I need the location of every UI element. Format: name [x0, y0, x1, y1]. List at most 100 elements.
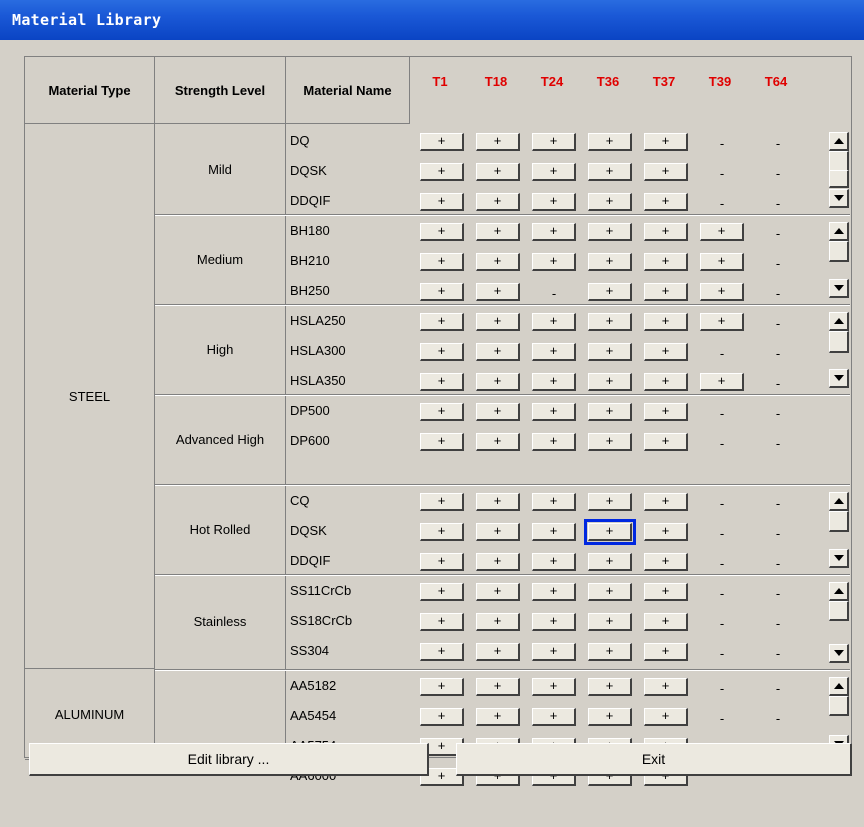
scroll-up-button[interactable] [829, 492, 849, 511]
add-material-button[interactable]: + [532, 433, 576, 451]
add-material-button[interactable]: + [532, 223, 576, 241]
scroll-up-button[interactable] [829, 132, 849, 151]
add-material-button[interactable]: + [476, 613, 520, 631]
add-material-button[interactable]: + [476, 133, 520, 151]
add-material-button[interactable]: + [420, 678, 464, 696]
add-material-button[interactable]: + [420, 133, 464, 151]
add-material-button[interactable]: + [420, 193, 464, 211]
add-material-button[interactable]: + [588, 133, 632, 151]
add-material-button[interactable]: + [420, 583, 464, 601]
add-material-button[interactable]: + [532, 253, 576, 271]
scroll-thumb[interactable] [829, 151, 849, 172]
add-material-button[interactable]: + [700, 313, 744, 331]
add-material-button[interactable]: + [476, 373, 520, 391]
scroll-up-button[interactable] [829, 677, 849, 696]
scroll-down-button[interactable] [829, 369, 849, 388]
group-scrollbar[interactable] [829, 222, 849, 298]
add-material-button[interactable]: + [532, 163, 576, 181]
add-material-button[interactable]: + [420, 373, 464, 391]
add-material-button[interactable]: + [476, 523, 520, 541]
add-material-button[interactable]: + [588, 403, 632, 421]
exit-button[interactable]: Exit [456, 743, 852, 776]
add-material-button[interactable]: + [476, 343, 520, 361]
add-material-button[interactable]: + [588, 253, 632, 271]
add-material-button[interactable]: + [420, 708, 464, 726]
add-material-button[interactable]: + [588, 583, 632, 601]
scroll-down-button[interactable] [829, 189, 849, 208]
add-material-button[interactable]: + [588, 613, 632, 631]
add-material-button[interactable]: + [476, 193, 520, 211]
add-material-button[interactable]: + [584, 519, 636, 545]
add-material-button[interactable]: + [420, 403, 464, 421]
group-scrollbar[interactable] [829, 312, 849, 388]
add-material-button[interactable]: + [588, 433, 632, 451]
add-material-button[interactable]: + [644, 223, 688, 241]
add-material-button[interactable]: + [588, 163, 632, 181]
add-material-button[interactable]: + [420, 343, 464, 361]
add-material-button[interactable]: + [476, 708, 520, 726]
add-material-button[interactable]: + [588, 678, 632, 696]
add-material-button[interactable]: + [644, 253, 688, 271]
add-material-button[interactable]: + [532, 613, 576, 631]
add-material-button[interactable]: + [532, 678, 576, 696]
add-material-button[interactable]: + [420, 643, 464, 661]
add-material-button[interactable]: + [644, 643, 688, 661]
group-scrollbar[interactable] [829, 132, 849, 208]
add-material-button[interactable]: + [476, 403, 520, 421]
group-scrollbar[interactable] [829, 582, 849, 663]
add-material-button[interactable]: + [588, 193, 632, 211]
add-material-button[interactable]: + [588, 373, 632, 391]
add-material-button[interactable]: + [476, 493, 520, 511]
add-material-button[interactable]: + [476, 283, 520, 301]
add-material-button[interactable]: + [420, 283, 464, 301]
add-material-button[interactable]: + [644, 583, 688, 601]
scroll-thumb[interactable] [829, 511, 849, 532]
add-material-button[interactable]: + [644, 493, 688, 511]
add-material-button[interactable]: + [476, 163, 520, 181]
add-material-button[interactable]: + [420, 553, 464, 571]
add-material-button[interactable]: + [420, 523, 464, 541]
add-material-button[interactable]: + [644, 313, 688, 331]
add-material-button[interactable]: + [700, 373, 744, 391]
add-material-button[interactable]: + [644, 613, 688, 631]
add-material-button[interactable]: + [588, 643, 632, 661]
add-material-button[interactable]: + [644, 708, 688, 726]
add-material-button[interactable]: + [588, 223, 632, 241]
add-material-button[interactable]: + [532, 708, 576, 726]
edit-library-button[interactable]: Edit library ... [29, 743, 429, 776]
add-material-button[interactable]: + [532, 583, 576, 601]
add-material-button[interactable]: + [644, 523, 688, 541]
scroll-down-button[interactable] [829, 644, 849, 663]
add-material-button[interactable]: + [476, 583, 520, 601]
scroll-down-button[interactable] [829, 279, 849, 298]
add-material-button[interactable]: + [532, 373, 576, 391]
add-material-button[interactable]: + [700, 253, 744, 271]
add-material-button[interactable]: + [588, 343, 632, 361]
scroll-thumb[interactable] [829, 241, 849, 262]
add-material-button[interactable]: + [644, 403, 688, 421]
group-scrollbar[interactable] [829, 492, 849, 568]
add-material-button[interactable]: + [420, 313, 464, 331]
add-material-button[interactable]: + [532, 313, 576, 331]
scroll-up-button[interactable] [829, 582, 849, 601]
add-material-button[interactable]: + [644, 553, 688, 571]
add-material-button[interactable]: + [476, 313, 520, 331]
add-material-button[interactable]: + [420, 493, 464, 511]
add-material-button[interactable]: + [476, 643, 520, 661]
add-material-button[interactable]: + [644, 133, 688, 151]
add-material-button[interactable]: + [532, 523, 576, 541]
scroll-down-button[interactable] [829, 549, 849, 568]
add-material-button[interactable]: + [700, 223, 744, 241]
add-material-button[interactable]: + [644, 283, 688, 301]
add-material-button[interactable]: + [588, 313, 632, 331]
scroll-up-button[interactable] [829, 312, 849, 331]
add-material-button[interactable]: + [476, 553, 520, 571]
add-material-button[interactable]: + [532, 343, 576, 361]
add-material-button[interactable]: + [532, 643, 576, 661]
add-material-button[interactable]: + [476, 223, 520, 241]
add-material-button[interactable]: + [476, 253, 520, 271]
add-material-button[interactable]: + [420, 253, 464, 271]
add-material-button[interactable]: + [532, 403, 576, 421]
scroll-thumb[interactable] [829, 170, 849, 188]
scroll-up-button[interactable] [829, 222, 849, 241]
